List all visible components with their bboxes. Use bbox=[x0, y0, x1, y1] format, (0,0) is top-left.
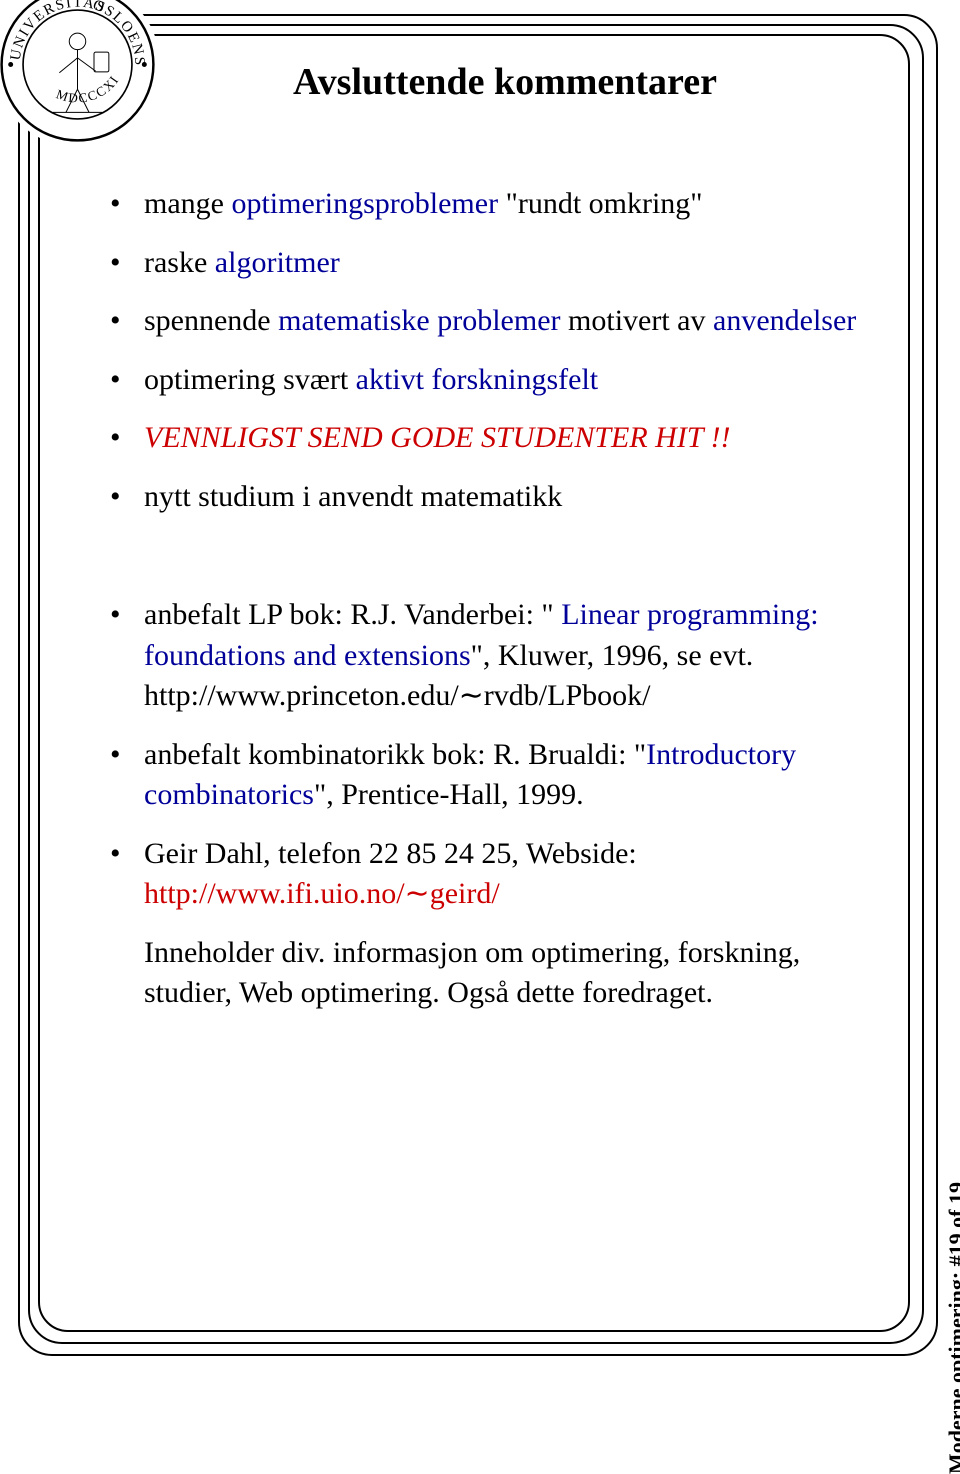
emphasis-red: VENNLIGST SEND GODE STUDENTER HIT !! bbox=[144, 421, 730, 454]
page-footer-side: Moderne optimering: #19 of 19 bbox=[944, 1182, 960, 1474]
text: spennende bbox=[144, 304, 278, 337]
list-item: Geir Dahl, telefon 22 85 24 25, Webside:… bbox=[110, 834, 860, 915]
emphasis: matematiske problemer bbox=[278, 304, 560, 337]
text: raske bbox=[144, 246, 215, 279]
text: Geir Dahl, telefon 22 85 24 25, Webside: bbox=[144, 837, 637, 870]
list-item: VENNLIGST SEND GODE STUDENTER HIT !! bbox=[110, 418, 860, 459]
university-seal-icon: UNIVERSITAS OSLOENSIS MDCCCXI bbox=[0, 0, 160, 147]
text: mange bbox=[144, 187, 231, 220]
slide-content: Avsluttende kommentarer mange optimering… bbox=[80, 60, 870, 1290]
list-item: nytt studium i anvendt matematikk bbox=[110, 477, 860, 518]
text: motivert av bbox=[561, 304, 713, 337]
text: Inneholder div. informasjon om optimerin… bbox=[144, 936, 800, 1010]
emphasis: optimeringsproblemer bbox=[231, 187, 498, 220]
slide-page: UNIVERSITAS OSLOENSIS MDCCCXI Avs bbox=[0, 0, 960, 1372]
list-item: optimering svært aktivt forskningsfelt bbox=[110, 360, 860, 401]
text: "rundt omkring" bbox=[498, 187, 702, 220]
text: nytt studium i anvendt matematikk bbox=[144, 480, 562, 513]
text: anbefalt LP bok: R.J. Vanderbei: " bbox=[144, 598, 561, 631]
text: anbefalt kombinatorikk bok: R. Brualdi: … bbox=[144, 738, 646, 771]
spacer bbox=[80, 535, 870, 595]
list-item: anbefalt LP bok: R.J. Vanderbei: " Linea… bbox=[110, 595, 860, 717]
list-item: spennende matematiske problemer motivert… bbox=[110, 301, 860, 342]
text: ", Prentice-Hall, 1999. bbox=[314, 778, 584, 811]
text: optimering svært bbox=[144, 363, 356, 396]
emphasis: anvendelser bbox=[713, 304, 856, 337]
link-text: http://www.ifi.uio.no/∼geird/ bbox=[144, 877, 500, 910]
list-item: raske algoritmer bbox=[110, 243, 860, 284]
slide-title: Avsluttende kommentarer bbox=[80, 60, 870, 104]
bullet-list-top: mange optimeringsproblemer "rundt omkrin… bbox=[110, 184, 860, 517]
emphasis: algoritmer bbox=[215, 246, 340, 279]
bullet-list-bottom: anbefalt LP bok: R.J. Vanderbei: " Linea… bbox=[110, 595, 860, 1014]
list-item: mange optimeringsproblemer "rundt omkrin… bbox=[110, 184, 860, 225]
list-item-continuation: Inneholder div. informasjon om optimerin… bbox=[110, 933, 860, 1014]
list-item: anbefalt kombinatorikk bok: R. Brualdi: … bbox=[110, 735, 860, 816]
emphasis: aktivt forskningsfelt bbox=[356, 363, 598, 396]
